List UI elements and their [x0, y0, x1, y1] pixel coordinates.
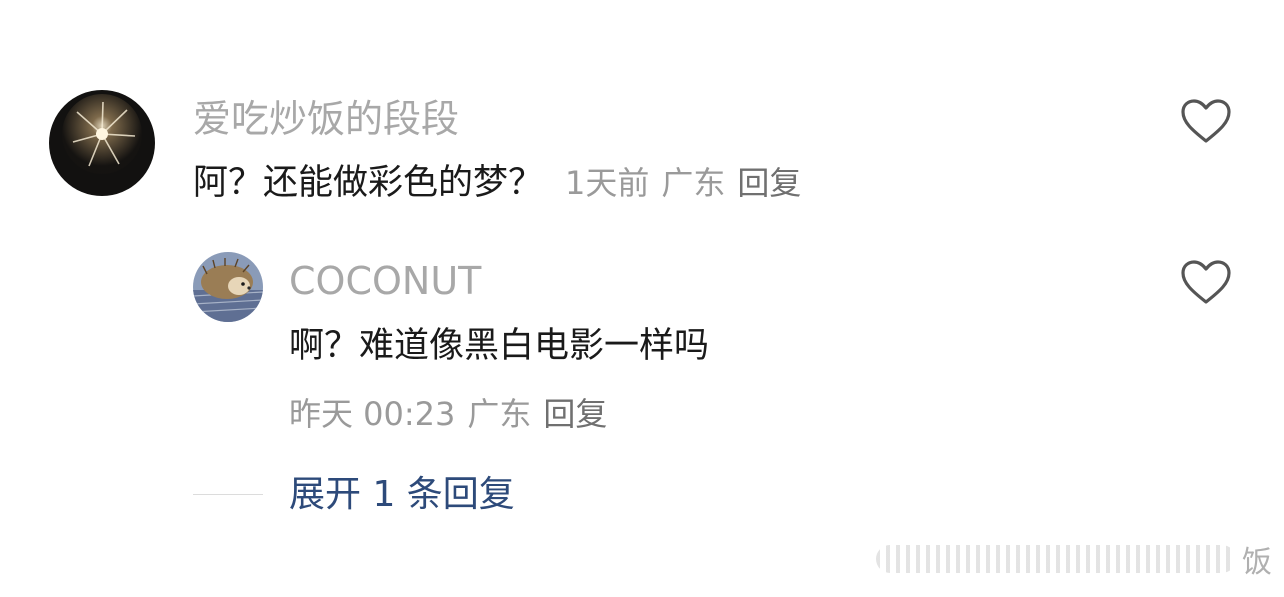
fireworks-avatar-icon: [49, 90, 155, 196]
reply-meta: 昨天 00:23 广东 回复: [289, 398, 619, 430]
reply-button[interactable]: 回复: [737, 164, 801, 202]
comment-body: 阿？还能做彩色的梦？ 1天前 广东 回复: [193, 166, 813, 201]
like-button[interactable]: [1180, 98, 1232, 144]
heart-outline-icon: [1181, 260, 1231, 304]
heart-outline-icon: [1181, 99, 1231, 143]
reply-text: 啊？难道像黑白电影一样吗: [289, 326, 710, 366]
reply-username[interactable]: COCONUT: [289, 262, 481, 300]
comment-location: 广东: [661, 164, 726, 202]
watermark-bar: [876, 545, 1236, 573]
expand-replies-button[interactable]: 展开 1 条回复: [289, 477, 515, 513]
comment-username[interactable]: 爱吃炒饭的段段: [193, 100, 459, 138]
reply-location: 广东: [467, 395, 532, 433]
watermark-text: 饭: [1242, 545, 1272, 580]
avatar[interactable]: [49, 90, 155, 196]
comment-meta: 1天前 广东 回复: [565, 164, 813, 202]
reply-button[interactable]: 回复: [543, 395, 607, 433]
reply-time: 昨天 00:23: [289, 395, 456, 433]
like-button[interactable]: [1180, 259, 1232, 305]
hedgehog-avatar-icon: [193, 252, 263, 322]
comment-text: 阿？还能做彩色的梦？: [193, 163, 544, 203]
watermark: 饭: [876, 537, 1272, 581]
comment-time: 1天前: [565, 164, 650, 202]
avatar[interactable]: [193, 252, 263, 322]
expand-divider: [193, 494, 263, 495]
